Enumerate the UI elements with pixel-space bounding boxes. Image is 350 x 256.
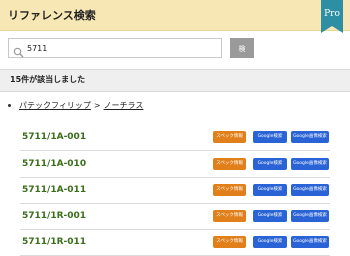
- result-row: 5711/1R-011 スペック情報 Google検索 Google画像検索: [20, 229, 330, 256]
- result-row: 5711/1A-011 スペック情報 Google検索 Google画像検索: [20, 177, 330, 204]
- breadcrumb-brand-link[interactable]: パテックフィリップ: [19, 101, 91, 110]
- google-image-search-button[interactable]: Google画像検索: [291, 236, 329, 248]
- reference-link[interactable]: 5711/1A-011: [22, 185, 86, 195]
- spec-info-button[interactable]: スペック情報: [213, 184, 246, 196]
- reference-link[interactable]: 5711/1A-001: [22, 132, 86, 142]
- reference-link[interactable]: 5711/1R-011: [22, 237, 86, 247]
- google-image-search-button[interactable]: Google画像検索: [291, 131, 329, 143]
- page-title: リファレンス検索: [8, 9, 96, 22]
- pro-badge: Pro: [321, 0, 343, 33]
- breadcrumb-model-link[interactable]: ノーチラス: [104, 101, 144, 110]
- spec-info-button[interactable]: スペック情報: [213, 131, 246, 143]
- result-row: 5711/1R-001 スペック情報 Google検索 Google画像検索: [20, 203, 330, 230]
- google-search-button[interactable]: Google検索: [253, 236, 287, 248]
- header-bar: リファレンス検索 Pro: [0, 0, 350, 33]
- google-search-button[interactable]: Google検索: [253, 210, 287, 222]
- search-icon: [13, 43, 24, 58]
- search-input[interactable]: [27, 40, 217, 56]
- reference-link[interactable]: 5711/1R-001: [22, 211, 86, 221]
- reference-link[interactable]: 5711/1A-010: [22, 159, 86, 169]
- google-image-search-button[interactable]: Google画像検索: [291, 158, 329, 170]
- breadcrumb: パテックフィリップ > ノーチラス: [8, 100, 143, 111]
- breadcrumb-separator: >: [93, 101, 101, 110]
- google-search-button[interactable]: Google検索: [253, 184, 287, 196]
- result-summary-bar: 15件が該当しました: [0, 69, 350, 92]
- result-row: 5711/1A-010 スペック情報 Google検索 Google画像検索: [20, 151, 330, 178]
- pro-badge-label: Pro: [324, 9, 340, 19]
- google-image-search-button[interactable]: Google画像検索: [291, 184, 329, 196]
- spec-info-button[interactable]: スペック情報: [213, 236, 246, 248]
- google-search-button[interactable]: Google検索: [253, 158, 287, 170]
- search-button[interactable]: 検索: [230, 38, 254, 73]
- spec-info-button[interactable]: スペック情報: [213, 158, 246, 170]
- search-box: [8, 38, 222, 58]
- result-row: 5711/1A-001 スペック情報 Google検索 Google画像検索: [20, 124, 330, 151]
- bullet-icon: [8, 104, 11, 107]
- spec-info-button[interactable]: スペック情報: [213, 210, 246, 222]
- google-image-search-button[interactable]: Google画像検索: [291, 210, 329, 222]
- google-search-button[interactable]: Google検索: [253, 131, 287, 143]
- result-summary: 15件が該当しました: [10, 75, 86, 84]
